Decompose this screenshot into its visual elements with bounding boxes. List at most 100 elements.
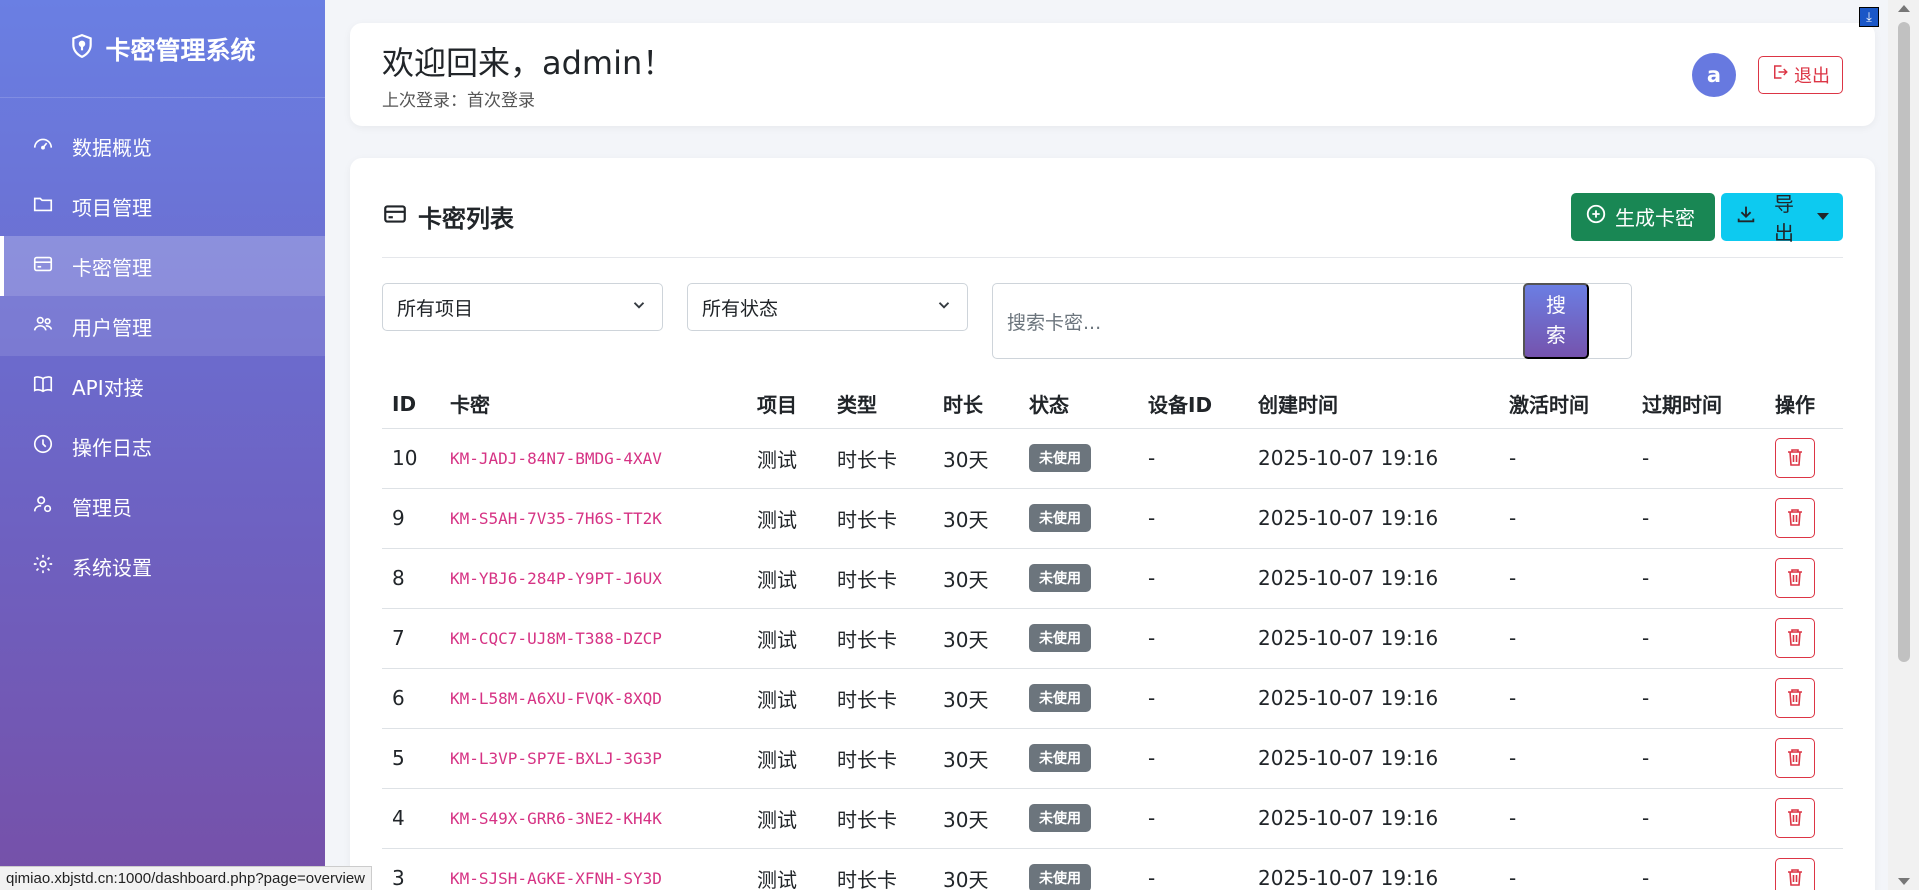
brand: 卡密管理系统 [0, 0, 325, 98]
cell-id: 6 [382, 668, 440, 729]
cell-project: 测试 [747, 728, 827, 789]
scroll-up-icon[interactable] [1898, 5, 1910, 12]
cell-type: 时长卡 [827, 668, 933, 729]
cell-actions [1765, 848, 1843, 890]
export-dropdown-button[interactable]: 导出 [1721, 192, 1843, 245]
generate-cards-button[interactable]: 生成卡密 [1571, 192, 1715, 241]
filter-bar: 所有项目 所有状态 搜索卡密... 搜索 [382, 283, 1843, 361]
cell-id: 9 [382, 488, 440, 549]
cell-created: 2025-10-07 19:16 [1248, 848, 1499, 890]
delete-button[interactable] [1775, 858, 1815, 890]
cell-expires: - [1632, 608, 1765, 669]
sidebar-item-label: 管理员 [72, 495, 132, 520]
cell-type: 时长卡 [827, 848, 933, 890]
cell-card-code: KM-SJSH-AGKE-XFNH-SY3D [440, 848, 747, 890]
scroll-down-icon[interactable] [1898, 878, 1910, 885]
cell-project: 测试 [747, 848, 827, 890]
cell-project: 测试 [747, 488, 827, 549]
last-login-text: 上次登录：首次登录 [382, 91, 535, 111]
delete-button[interactable] [1775, 618, 1815, 658]
sidebar-item-projects[interactable]: 项目管理 [0, 176, 325, 236]
cell-project: 测试 [747, 788, 827, 849]
cell-created: 2025-10-07 19:16 [1248, 608, 1499, 669]
main-content: 欢迎回来，admin！ 上次登录：首次登录 a 退出 卡密列表 生成卡密 导出 … [325, 0, 1888, 890]
card-icon [382, 201, 408, 233]
status-badge: 未使用 [1029, 804, 1091, 832]
delete-button[interactable] [1775, 438, 1815, 478]
welcome-block: 欢迎回来，admin！ 上次登录：首次登录 [382, 38, 674, 111]
status-badge: 未使用 [1029, 864, 1091, 890]
sidebar-item-cards[interactable]: 卡密管理 [0, 236, 325, 296]
cell-status: 未使用 [1019, 428, 1138, 489]
cell-created: 2025-10-07 19:16 [1248, 788, 1499, 849]
cell-status: 未使用 [1019, 608, 1138, 669]
search-button[interactable]: 搜索 [1523, 283, 1589, 359]
brand-title: 卡密管理系统 [105, 35, 256, 65]
cell-device-id: - [1138, 608, 1248, 669]
card-icon [32, 253, 54, 280]
extension-icon[interactable]: ⤓ [1859, 7, 1879, 27]
delete-button[interactable] [1775, 558, 1815, 598]
logout-button[interactable]: 退出 [1758, 55, 1843, 94]
column-header: 设备ID [1138, 380, 1248, 429]
cell-expires: - [1632, 548, 1765, 609]
scrollbar-thumb[interactable] [1898, 22, 1910, 662]
cell-card-code: KM-CQC7-UJ8M-T388-DZCP [440, 608, 747, 669]
sidebar-item-logs[interactable]: 操作日志 [0, 416, 325, 476]
cell-created: 2025-10-07 19:16 [1248, 668, 1499, 729]
cell-expires: - [1632, 488, 1765, 549]
status-badge: 未使用 [1029, 444, 1091, 472]
table-row: 10 KM-JADJ-84N7-BMDG-4XAV 测试 时长卡 30天 未使用 -2025… [382, 428, 1843, 489]
cell-expires: - [1632, 668, 1765, 729]
cards-table: ID 卡密 项目 类型 时长 状态 设备ID 创建时间 激活时间 过期时间 操作… [382, 380, 1843, 890]
table-body: 10 KM-JADJ-84N7-BMDG-4XAV 测试 时长卡 30天 未使用 -2025… [382, 428, 1843, 890]
delete-button[interactable] [1775, 738, 1815, 778]
sidebar-item-settings[interactable]: 系统设置 [0, 536, 325, 596]
cell-activated: - [1499, 608, 1632, 669]
logout-label: 退出 [1794, 65, 1830, 86]
cell-activated: - [1499, 728, 1632, 789]
sidebar-item-api[interactable]: API对接 [0, 356, 325, 416]
cell-duration: 30天 [933, 788, 1019, 849]
trash-icon [1787, 808, 1803, 829]
table-row: 8 KM-YBJ6-284P-Y9PT-J6UX 测试 时长卡 30天 未使用 -2025-… [382, 548, 1843, 609]
page-scrollbar[interactable] [1888, 0, 1919, 890]
sidebar-item-label: 操作日志 [72, 435, 152, 460]
column-header: 过期时间 [1632, 380, 1765, 429]
cell-card-code: KM-L3VP-SP7E-BXLJ-3G3P [440, 728, 747, 789]
generate-label: 生成卡密 [1615, 208, 1695, 230]
cell-actions [1765, 488, 1843, 549]
download-icon [1735, 203, 1757, 231]
cell-project: 测试 [747, 668, 827, 729]
avatar[interactable]: a [1692, 52, 1736, 97]
cell-expires: - [1632, 428, 1765, 489]
cell-id: 4 [382, 788, 440, 849]
table-row: 3 KM-SJSH-AGKE-XFNH-SY3D 测试 时长卡 30天 未使用 -2025-… [382, 848, 1843, 890]
table-row: 6 KM-L58M-A6XU-FVQK-8XQD 测试 时长卡 30天 未使用 -2025-… [382, 668, 1843, 729]
cell-activated: - [1499, 788, 1632, 849]
cell-actions [1765, 428, 1843, 489]
top-bar: 欢迎回来，admin！ 上次登录：首次登录 a 退出 [350, 23, 1875, 126]
sidebar-item-overview[interactable]: 数据概览 [0, 116, 325, 176]
project-select[interactable]: 所有项目 [382, 283, 663, 331]
column-header: 类型 [827, 380, 933, 429]
sidebar-item-label: API对接 [72, 375, 144, 400]
cell-actions [1765, 668, 1843, 729]
cell-activated: - [1499, 548, 1632, 609]
cell-card-code: KM-L58M-A6XU-FVQK-8XQD [440, 668, 747, 729]
sidebar-item-users[interactable]: 用户管理 [0, 296, 325, 356]
cell-device-id: - [1138, 848, 1248, 890]
delete-button[interactable] [1775, 678, 1815, 718]
cell-duration: 30天 [933, 488, 1019, 549]
cell-status: 未使用 [1019, 488, 1138, 549]
delete-button[interactable] [1775, 798, 1815, 838]
cell-status: 未使用 [1019, 548, 1138, 609]
delete-button[interactable] [1775, 498, 1815, 538]
cell-status: 未使用 [1019, 668, 1138, 729]
status-select[interactable]: 所有状态 [687, 283, 968, 331]
chevron-down-icon [630, 296, 648, 319]
cell-project: 测试 [747, 548, 827, 609]
people-icon [32, 313, 54, 340]
sidebar-item-admin[interactable]: 管理员 [0, 476, 325, 536]
trash-icon [1787, 868, 1803, 889]
